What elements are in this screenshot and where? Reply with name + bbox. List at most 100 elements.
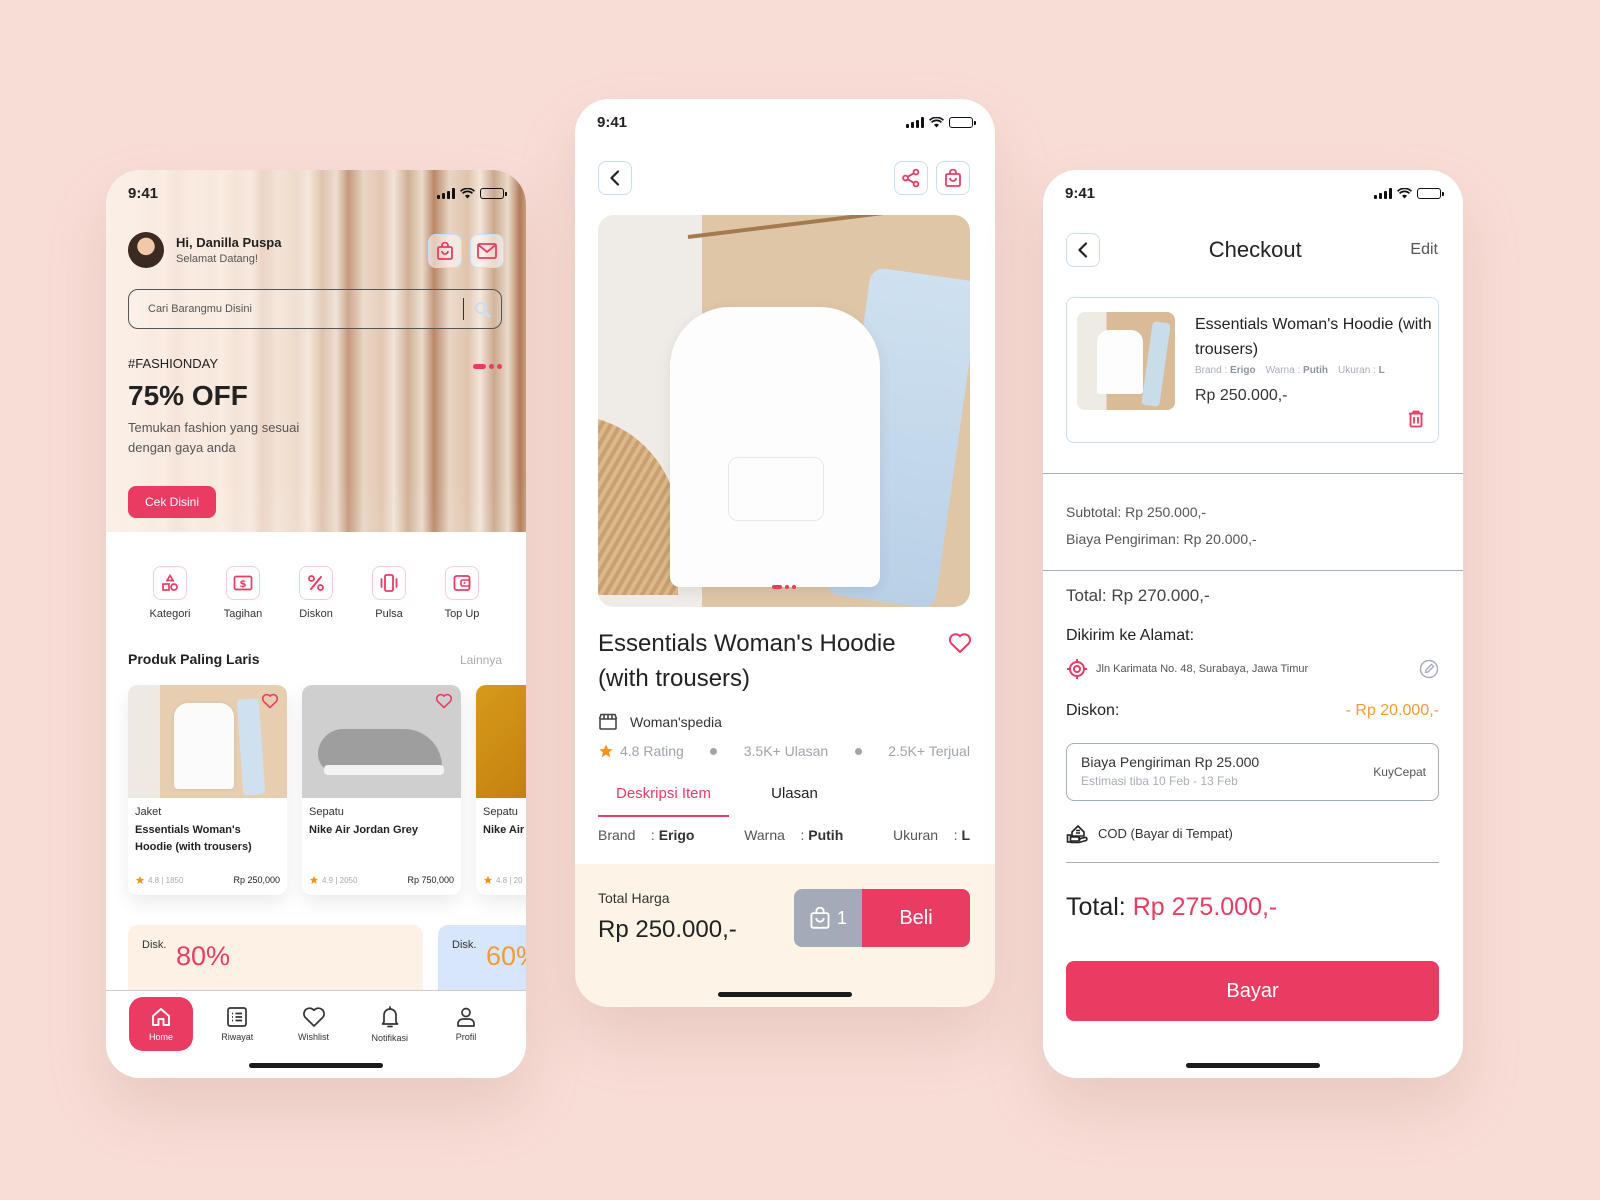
product-category: Sepatu [309, 806, 344, 818]
wifi-icon [929, 116, 944, 127]
product-carousel: Jaket Essentials Woman's Hoodie (with tr… [128, 685, 526, 895]
greeting: Hi, Danilla Puspa Selamat Datang! [128, 232, 281, 268]
tab-profil[interactable]: Profil [434, 997, 498, 1051]
address-label: Dikirim ke Alamat: [1066, 627, 1195, 644]
separator-dot [710, 747, 718, 755]
product-name: Essentials Woman's Hoodie (with trousers… [135, 824, 252, 853]
buy-button[interactable]: Beli [862, 889, 970, 947]
category-diskon[interactable]: Diskon [284, 566, 348, 620]
product-name: Nike Air Jordan Grey [309, 824, 419, 836]
text-caret [463, 298, 464, 320]
wishlist-heart-icon[interactable] [435, 693, 453, 709]
battery-icon [1417, 187, 1444, 199]
banner-description: Temukan fashion yang sesuai dengan gaya … [128, 420, 300, 455]
detail-tabs: Deskripsi Item Ulasan [598, 785, 860, 817]
payment-method[interactable]: COD (Bayar di Tempat) [1066, 822, 1233, 844]
store-icon [598, 713, 618, 730]
status-time: 9:41 [597, 113, 628, 131]
tab-label: Wishlist [298, 1032, 329, 1042]
category-top-up[interactable]: Top Up [430, 566, 494, 620]
category-tagihan[interactable]: $ Tagihan [211, 566, 275, 620]
percent-icon [308, 575, 324, 591]
status-bar: 9:41 [575, 99, 995, 145]
tab-ulasan[interactable]: Ulasan [729, 785, 860, 817]
promo-label: Disk. [142, 939, 167, 951]
product-image [302, 685, 461, 798]
product-card[interactable]: Sepatu Nike Air 4.8 | 20 [476, 685, 526, 895]
tab-riwayat[interactable]: Riwayat [205, 997, 269, 1051]
tab-label: Riwayat [221, 1032, 254, 1042]
avatar[interactable] [128, 232, 164, 268]
category-kategori[interactable]: Kategori [138, 566, 202, 620]
attr-label: Warna [744, 827, 785, 843]
banner-cta-button[interactable]: Cek Disini [128, 486, 216, 518]
total-label: Total Harga [598, 890, 670, 906]
messages-button[interactable] [470, 234, 504, 268]
attr-label: Brand [598, 827, 636, 843]
section-title: Produk Paling Laris [128, 651, 260, 667]
gallery-pagination[interactable] [772, 585, 796, 589]
pay-button[interactable]: Bayar [1066, 961, 1439, 1021]
phone-icon [380, 574, 398, 592]
star-icon [135, 875, 145, 884]
product-category: Sepatu [483, 806, 518, 818]
tab-home[interactable]: Home [129, 997, 193, 1051]
tab-deskripsi[interactable]: Deskripsi Item [598, 785, 729, 817]
best-sellers-header: Produk Paling Laris Lainnya [128, 651, 502, 667]
status-time: 9:41 [1065, 184, 1096, 202]
share-button[interactable] [894, 161, 928, 195]
item-thumbnail [1077, 312, 1175, 410]
purchase-footer: Total Harga Rp 250.000,- 1 Beli [575, 864, 995, 1007]
tab-wishlist[interactable]: Wishlist [282, 997, 346, 1051]
search-input[interactable]: Cari Barangmu Disini [128, 289, 502, 329]
product-card[interactable]: Jaket Essentials Woman's Hoodie (with tr… [128, 685, 287, 895]
shipping-option[interactable]: Biaya Pengiriman Rp 25.000 Estimasi tiba… [1066, 743, 1439, 801]
see-more-link[interactable]: Lainnya [460, 653, 502, 667]
reviews-count: 3.5K+ Ulasan [743, 743, 829, 759]
product-price: Rp 750,000 [407, 875, 454, 885]
star-icon [599, 744, 613, 758]
shipping-address[interactable]: Jln Karimata No. 48, Surabaya, Jawa Timu… [1066, 658, 1439, 680]
shopping-bag-icon [945, 169, 961, 187]
product-card[interactable]: Sepatu Nike Air Jordan Grey 4.9 | 2050 R… [302, 685, 461, 895]
home-indicator [249, 1063, 383, 1068]
back-button[interactable] [1066, 233, 1100, 267]
divider [1043, 473, 1463, 474]
home-screen: 9:41 Hi, Danilla Puspa Selamat Datang! C… [106, 170, 526, 1078]
store-info[interactable]: Woman'spedia [598, 713, 722, 731]
edit-address-icon[interactable] [1419, 659, 1439, 679]
product-title: Essentials Woman's Hoodie (with trousers… [598, 630, 896, 692]
home-icon [152, 1008, 170, 1026]
product-image-gallery[interactable] [598, 215, 970, 607]
product-image [128, 685, 287, 798]
product-detail-screen: 9:41 Essentials Woman's Hoodie (with tro… [575, 99, 995, 1007]
battery-icon [480, 187, 507, 199]
wishlist-heart-icon[interactable] [261, 693, 279, 709]
grand-total: Total: Rp 275.000,- [1066, 893, 1277, 922]
mail-icon [477, 243, 497, 259]
add-to-cart-button[interactable]: 1 [794, 889, 862, 947]
banner-pagination[interactable] [473, 364, 502, 369]
banner-tag: #FASHIONDAY [128, 356, 219, 371]
tab-notifikasi[interactable]: Notifikasi [358, 997, 422, 1051]
star-icon [483, 875, 493, 884]
cart-button[interactable] [428, 234, 462, 268]
category-pulsa[interactable]: Pulsa [357, 566, 421, 620]
divider [1043, 570, 1463, 571]
battery-icon [949, 116, 976, 128]
cart-button[interactable] [936, 161, 970, 195]
discount-value: - Rp 20.000,- [1345, 702, 1439, 719]
back-button[interactable] [598, 161, 632, 195]
greeting-name: Hi, Danilla Puspa [176, 235, 282, 250]
status-bar: 9:41 [1043, 170, 1463, 216]
banner-title: 75% OFF [128, 380, 248, 411]
edit-button[interactable]: Edit [1410, 241, 1438, 259]
search-icon[interactable] [474, 301, 491, 318]
wishlist-heart-icon[interactable] [948, 632, 972, 654]
store-name: Woman'spedia [630, 714, 722, 730]
attr-label: Warna [1265, 365, 1295, 376]
trash-icon[interactable] [1408, 410, 1424, 428]
product-name: Nike Air [483, 824, 525, 836]
shopping-bag-icon [437, 242, 453, 260]
chevron-left-icon [610, 170, 620, 186]
